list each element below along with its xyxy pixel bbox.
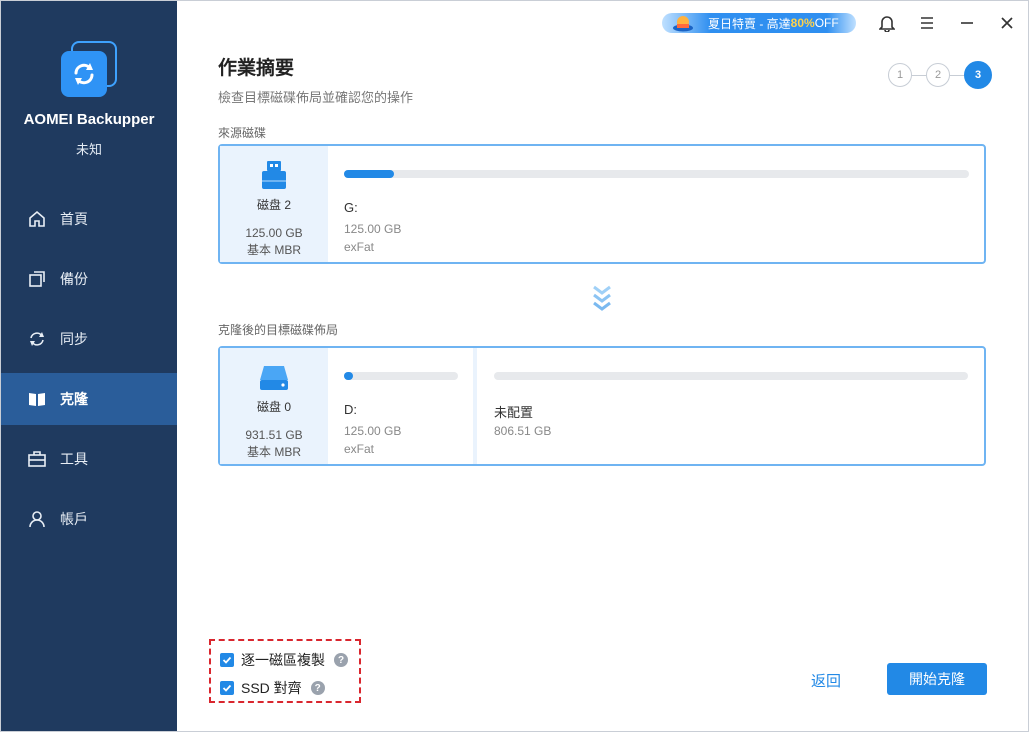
partition-filesystem: exFat	[344, 240, 375, 254]
sidebar-item-label: 克隆	[60, 391, 88, 407]
app-name: AOMEI Backupper	[23, 111, 155, 128]
partition-size: 125.00 GB	[344, 424, 402, 438]
ssd-align-label: SSD 對齊	[241, 680, 302, 696]
partition-usage-fill	[344, 372, 354, 380]
source-partition-g[interactable]: G: 125.00 GB exFat	[344, 146, 969, 262]
sidebar-item-account[interactable]: 帳戶	[1, 493, 177, 545]
target-disk-name: 磁盘 0	[256, 400, 291, 414]
page-subtitle: 檢查目標磁碟佈局並確認您的操作	[218, 90, 414, 105]
source-disk-type: 基本 MBR	[246, 243, 301, 257]
sidebar-item-tools[interactable]: 工具	[1, 433, 177, 485]
help-icon[interactable]: ?	[334, 653, 348, 667]
step-3: 3	[964, 61, 992, 89]
promo-gift-icon	[672, 14, 694, 32]
sidebar-item-label: 帳戶	[60, 511, 88, 527]
step-connector	[912, 74, 926, 76]
menu-icon[interactable]	[917, 13, 937, 33]
sidebar-item-label: 同步	[60, 331, 88, 347]
chevron-down-icon	[591, 284, 613, 314]
source-disk-name: 磁盘 2	[256, 198, 291, 212]
sidebar-item-label: 備份	[60, 271, 88, 287]
app-edition: 未知	[75, 142, 102, 157]
partition-size: 806.51 GB	[494, 424, 552, 438]
source-disk-size: 125.00 GB	[245, 226, 303, 240]
target-partition-unallocated[interactable]: 未配置 806.51 GB	[478, 348, 968, 464]
step-1: 1	[888, 63, 912, 87]
target-disk-type: 基本 MBR	[246, 445, 301, 459]
target-disk-card[interactable]: 磁盘 0 931.51 GB 基本 MBR D: 125.00 GB exFat…	[218, 346, 986, 466]
sidebar-item-home[interactable]: 首頁	[1, 193, 177, 245]
backup-icon	[26, 268, 48, 290]
sidebar-item-sync[interactable]: 同步	[1, 313, 177, 365]
sync-icon	[26, 328, 48, 350]
usb-drive-icon	[257, 158, 291, 192]
start-clone-button[interactable]: 開始克隆	[887, 663, 987, 695]
close-icon[interactable]	[997, 13, 1017, 33]
user-icon	[26, 508, 48, 530]
partition-size: 125.00 GB	[344, 222, 402, 236]
sidebar-item-clone[interactable]: 克隆	[1, 373, 177, 425]
target-disk-size: 931.51 GB	[245, 428, 303, 442]
ssd-align-checkbox[interactable]	[220, 681, 234, 695]
window-controls	[877, 13, 1029, 33]
back-button[interactable]: 返回	[811, 670, 841, 691]
target-disk-label: 克隆後的目標磁碟佈局	[218, 323, 339, 337]
partition-filesystem: exFat	[344, 442, 375, 456]
sidebar: AOMEI Backupper 未知 首頁 備份 同步 克隆 工具 帳戶	[1, 1, 177, 731]
toolbox-icon	[26, 448, 48, 470]
target-disk-info: 磁盘 0 931.51 GB 基本 MBR	[220, 348, 328, 464]
source-disk-info: 磁盘 2 125.00 GB 基本 MBR	[220, 146, 328, 262]
step-connector	[950, 74, 964, 76]
source-disk-label: 來源磁碟	[218, 126, 267, 140]
step-2: 2	[926, 63, 950, 87]
source-disk-card[interactable]: 磁盘 2 125.00 GB 基本 MBR G: 125.00 GB exFat	[218, 144, 986, 264]
partition-letter: 未配置	[494, 405, 534, 420]
promo-banner[interactable]: 夏日特賣 - 高達 80% OFF	[662, 13, 856, 33]
promo-text-highlight: 80%	[790, 16, 815, 30]
clone-icon	[26, 388, 48, 410]
home-icon	[26, 208, 48, 230]
partition-usage-fill	[344, 170, 394, 178]
app-window: AOMEI Backupper 未知 首頁 備份 同步 克隆 工具 帳戶 夏日特…	[0, 0, 1029, 732]
app-logo	[61, 41, 119, 99]
sector-by-sector-checkbox[interactable]	[220, 653, 234, 667]
promo-text-prefix: 夏日特賣 - 高達	[708, 16, 791, 31]
sidebar-item-label: 首頁	[60, 211, 88, 227]
partition-usage-bar	[344, 372, 458, 380]
sidebar-item-backup[interactable]: 備份	[1, 253, 177, 305]
sidebar-item-label: 工具	[60, 451, 88, 467]
target-partition-d[interactable]: D: 125.00 GB exFat	[328, 348, 477, 464]
partition-usage-bar	[494, 372, 968, 380]
hard-drive-icon	[257, 360, 291, 394]
ssd-align-option[interactable]: SSD 對齊 ?	[220, 678, 325, 698]
sidebar-nav: 首頁 備份 同步 克隆 工具 帳戶	[1, 193, 177, 553]
logo-sync-icon	[61, 51, 107, 97]
help-icon[interactable]: ?	[310, 681, 325, 695]
partition-usage-bar	[344, 170, 969, 178]
partition-letter: G:	[344, 200, 358, 215]
page-title: 作業摘要	[218, 58, 295, 79]
clone-options: 逐一磁區複製 ? SSD 對齊 ?	[209, 639, 361, 703]
sector-by-sector-option[interactable]: 逐一磁區複製 ?	[220, 650, 348, 670]
bell-icon[interactable]	[877, 13, 897, 33]
step-indicator: 1 2 3	[888, 61, 992, 89]
sector-by-sector-label: 逐一磁區複製	[241, 652, 325, 668]
minimize-icon[interactable]	[957, 13, 977, 33]
promo-text-suffix: OFF	[814, 16, 839, 30]
partition-letter: D:	[344, 402, 357, 417]
